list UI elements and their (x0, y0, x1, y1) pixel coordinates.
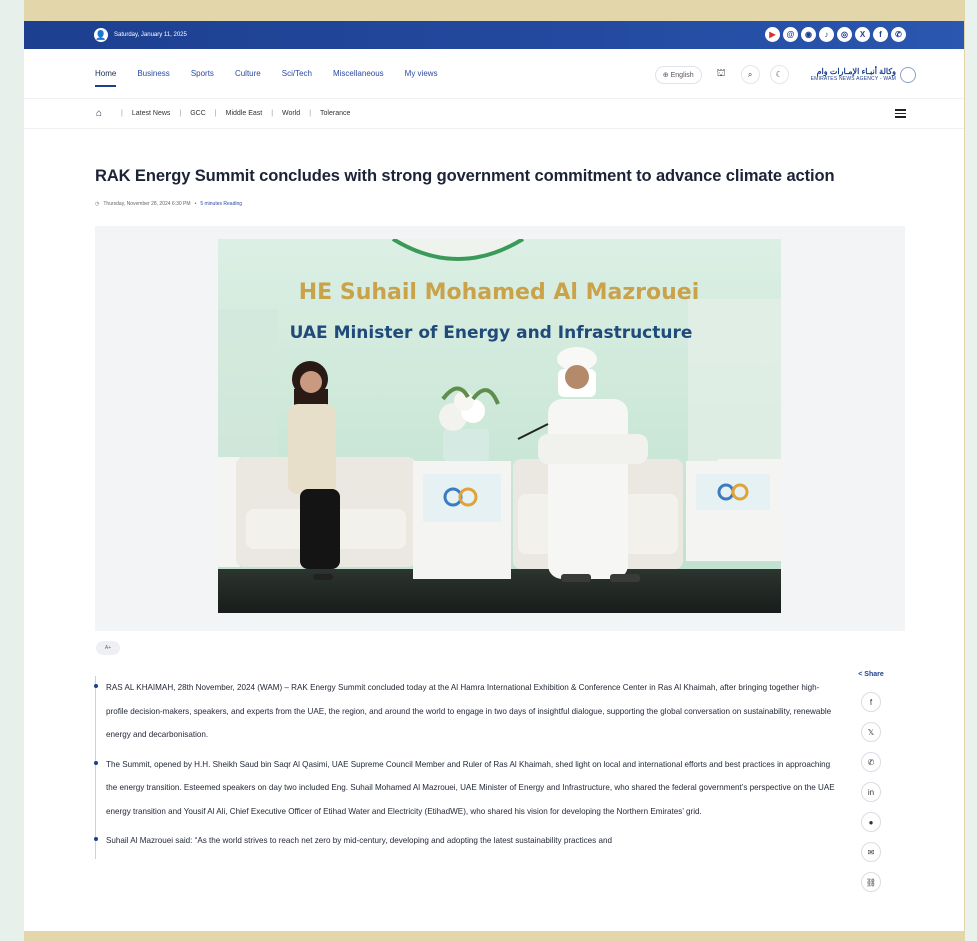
share-telegram-icon[interactable]: ● (861, 812, 881, 832)
share-link-icon[interactable]: ⛓ (861, 872, 881, 892)
reading-time: 5 minutes Reading (200, 201, 243, 207)
nav-my-views[interactable]: My views (405, 69, 438, 78)
article-paragraph: RAS AL KHAIMAH, 28th November, 2024 (WAM… (94, 676, 835, 747)
sub-nav: ⌂ | Latest News | GCC | Middle East | Wo… (24, 99, 964, 129)
tiktok-icon[interactable]: ♪ (819, 27, 834, 42)
whatsapp-icon[interactable]: ✆ (891, 27, 906, 42)
search-icon[interactable]: ⌕ (740, 65, 760, 84)
wam-logo[interactable]: وكالة أنبـاء الإمـارات وام EMIRATES NEWS… (810, 66, 916, 83)
article-meta: ◷ Thursday, November 28, 2024 6:30 PM • … (95, 201, 243, 207)
share-linkedin-icon[interactable]: in (861, 782, 881, 802)
share-icon: < (858, 671, 863, 678)
prayer-icon[interactable]: ⛫ (712, 68, 731, 81)
subnav-tolerance[interactable]: Tolerance (320, 110, 350, 117)
photo-name-banner: HE Suhail Mohamed Al Mazrouei (299, 280, 699, 305)
share-label[interactable]: < Share (858, 671, 884, 678)
background-frame-left (0, 0, 24, 941)
font-size-button[interactable]: A+ (96, 641, 120, 655)
user-icon[interactable]: 👤 (94, 28, 108, 42)
globe-icon: ⊕ (662, 71, 669, 79)
nav-tools: ⊕ English ⛫ ⌕ ☾ وكالة أنبـاء الإمـارات و… (654, 65, 916, 84)
article-paragraph: Suhail Al Mazrouei said: “As the world s… (94, 829, 835, 853)
nav-scitech[interactable]: Sci/Tech (282, 69, 312, 78)
facebook-icon[interactable]: f (873, 27, 888, 42)
nav-business[interactable]: Business (137, 69, 169, 78)
menu-icon[interactable] (895, 109, 906, 118)
browser-page: 👤 Saturday, January 11, 2025 ▶ @ ◉ ♪ ◎ X… (24, 21, 964, 931)
share-facebook-icon[interactable]: f (861, 692, 881, 712)
photo-role-banner: UAE Minister of Energy and Infrastructur… (290, 323, 693, 343)
threads-icon[interactable]: @ (783, 27, 798, 42)
date-display: 👤 Saturday, January 11, 2025 (94, 28, 187, 42)
share-whatsapp-icon[interactable]: ✆ (861, 752, 881, 772)
main-nav: Home Business Sports Culture Sci/Tech Mi… (24, 49, 964, 99)
moon-icon[interactable]: ☾ (769, 65, 789, 84)
logo-english-text: EMIRATES NEWS AGENCY - WAM (810, 76, 896, 82)
background-frame-right (965, 0, 977, 941)
nav-miscellaneous[interactable]: Miscellaneous (333, 69, 384, 78)
article-date: Thursday, November 28, 2024 6:30 PM (103, 201, 191, 207)
share-panel: < Share f 𝕏 ✆ in ● ✉ ⛓ (846, 671, 896, 892)
language-switch[interactable]: ⊕ English (654, 65, 702, 84)
subnav-latest-news[interactable]: Latest News (132, 110, 171, 117)
clock-icon: ◷ (95, 201, 100, 207)
rss-icon[interactable]: ◉ (801, 27, 816, 42)
logo-mark-icon (900, 66, 916, 83)
subnav-gcc[interactable]: GCC (190, 110, 206, 117)
home-icon[interactable]: ⌂ (96, 108, 102, 119)
top-bar: 👤 Saturday, January 11, 2025 ▶ @ ◉ ♪ ◎ X… (24, 21, 964, 49)
subnav-world[interactable]: World (282, 110, 300, 117)
article-title: RAK Energy Summit concludes with strong … (95, 167, 835, 185)
logo-arabic-text: وكالة أنبـاء الإمـارات وام (816, 67, 896, 76)
article-photo: HE Suhail Mohamed Al Mazrouei UAE Minist… (218, 239, 781, 613)
youtube-icon[interactable]: ▶ (765, 27, 780, 42)
share-x-icon[interactable]: 𝕏 (861, 722, 881, 742)
article-paragraph: The Summit, opened by H.H. Sheikh Saud b… (94, 753, 835, 824)
share-email-icon[interactable]: ✉ (861, 842, 881, 862)
social-links: ▶ @ ◉ ♪ ◎ X f ✆ (765, 27, 906, 42)
x-icon[interactable]: X (855, 27, 870, 42)
article-image-container: HE Suhail Mohamed Al Mazrouei UAE Minist… (95, 226, 905, 631)
nav-culture[interactable]: Culture (235, 69, 261, 78)
nav-sports[interactable]: Sports (191, 69, 214, 78)
article-body: RAS AL KHAIMAH, 28th November, 2024 (WAM… (94, 676, 835, 859)
current-date: Saturday, January 11, 2025 (114, 32, 187, 38)
instagram-icon[interactable]: ◎ (837, 27, 852, 42)
language-label: English (670, 71, 694, 79)
nav-home[interactable]: Home (95, 69, 117, 87)
subnav-middle-east[interactable]: Middle East (226, 110, 263, 117)
